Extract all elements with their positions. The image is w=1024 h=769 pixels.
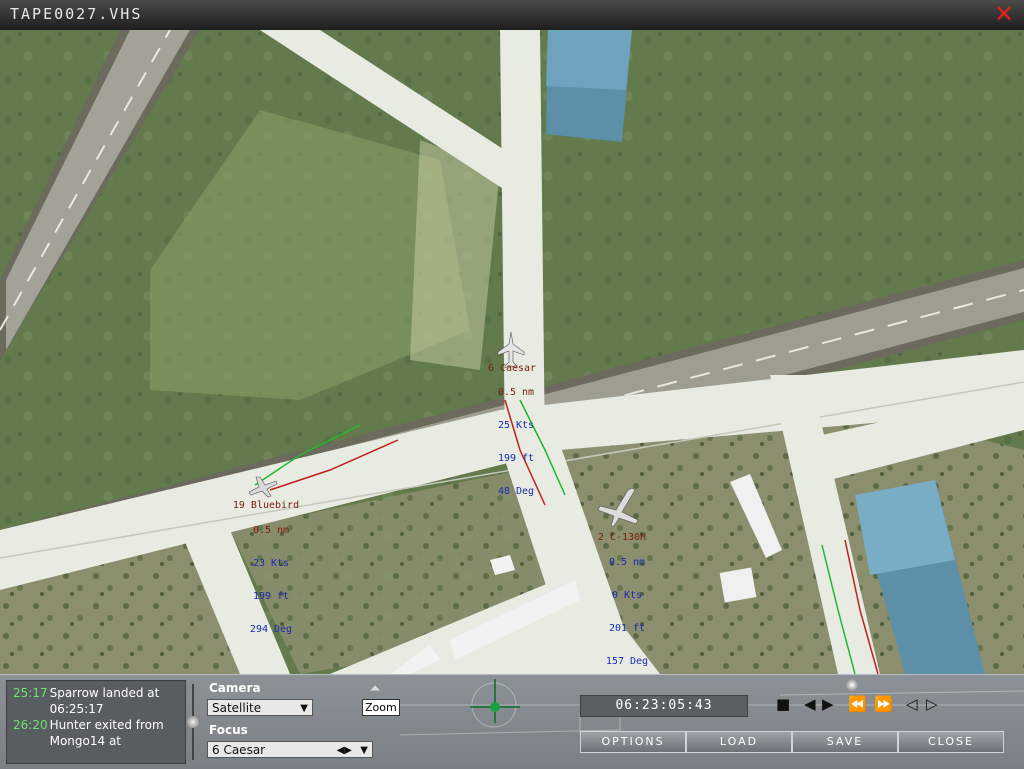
- aircraft-stats-caesar: 0.5 nm 25 Kts 199 ft 48 Deg: [484, 365, 548, 519]
- log-entry: 25:17 Sparrow landed at 06:25:17: [13, 685, 179, 717]
- log-text: Sparrow landed at 06:25:17: [49, 686, 160, 716]
- fast-forward-icon[interactable]: ⏩: [874, 695, 893, 713]
- aircraft-range: 0.5 nm: [252, 525, 290, 536]
- step-forward-icon[interactable]: ▶: [822, 695, 834, 713]
- timeline-knob-icon[interactable]: [846, 679, 858, 691]
- save-button[interactable]: SAVE: [792, 731, 898, 753]
- camera-value: Satellite: [212, 701, 262, 715]
- log-text: Hunter exited from Mongo14 at: [49, 718, 164, 748]
- aircraft-speed: 23 Kts: [252, 558, 290, 569]
- window-title: TAPE0027.VHS: [10, 5, 143, 23]
- log-entry: 26:20 Hunter exited from Mongo14 at: [13, 717, 179, 749]
- close-icon[interactable]: ✕: [992, 1, 1016, 27]
- cycle-icon[interactable]: ◀▶: [337, 742, 352, 759]
- crosshair-icon: [470, 679, 520, 723]
- camera-label: Camera: [209, 681, 261, 695]
- scroll-knob-icon[interactable]: [187, 716, 199, 728]
- load-button[interactable]: LOAD: [686, 731, 792, 753]
- satellite-map-view[interactable]: 6 Caesar 0.5 nm 25 Kts 199 ft 48 Deg 19 …: [0, 30, 1024, 674]
- aircraft-stats-c130: 0.5 nm 0 Kts 201 ft 157 Deg: [594, 535, 660, 674]
- focus-label: Focus: [209, 723, 248, 737]
- aircraft-heading: 294 Deg: [249, 624, 293, 635]
- aircraft-speed: 0 Kts: [611, 590, 643, 601]
- rewind-icon[interactable]: ⏪: [848, 695, 867, 713]
- aircraft-heading: 157 Deg: [605, 656, 649, 667]
- control-panel: 25:17 Sparrow landed at 06:25:17 26:20 H…: [0, 674, 1024, 769]
- log-time: 25:17: [13, 686, 48, 700]
- aircraft-stats-bluebird: 0.5 nm 23 Kts 199 ft 294 Deg: [238, 503, 304, 657]
- event-log[interactable]: 25:17 Sparrow landed at 06:25:17 26:20 H…: [6, 680, 186, 764]
- log-time: 26:20: [13, 718, 48, 732]
- title-bar: TAPE0027.VHS ✕: [0, 0, 1024, 31]
- chevron-down-icon: ▼: [300, 703, 308, 714]
- aircraft-altitude: 199 ft: [252, 591, 290, 602]
- next-icon[interactable]: ▷: [926, 695, 938, 713]
- close-button[interactable]: CLOSE: [898, 731, 1004, 753]
- focus-select[interactable]: 6 Caesar ◀▶ ▼: [207, 741, 373, 758]
- camera-select[interactable]: Satellite ▼: [207, 699, 313, 716]
- aircraft-altitude: 201 ft: [608, 623, 646, 634]
- stop-icon[interactable]: ■: [776, 695, 790, 713]
- aircraft-range: 0.5 nm: [497, 387, 535, 398]
- chevron-down-icon[interactable]: ▼: [360, 742, 368, 759]
- aircraft-range: 0.5 nm: [608, 557, 646, 568]
- step-back-icon[interactable]: ◀: [804, 695, 816, 713]
- options-button[interactable]: OPTIONS: [580, 731, 686, 753]
- zoom-up-icon[interactable]: ⏶: [360, 681, 390, 697]
- focus-value: 6 Caesar: [212, 743, 266, 757]
- zoom-button[interactable]: Zoom: [362, 699, 400, 716]
- timecode-display: 06:23:05:43: [580, 695, 748, 717]
- prev-icon[interactable]: ◁: [906, 695, 918, 713]
- log-scrollbar[interactable]: [186, 680, 200, 764]
- aircraft-heading: 48 Deg: [497, 486, 535, 497]
- aircraft-speed: 25 Kts: [497, 420, 535, 431]
- aircraft-altitude: 199 ft: [497, 453, 535, 464]
